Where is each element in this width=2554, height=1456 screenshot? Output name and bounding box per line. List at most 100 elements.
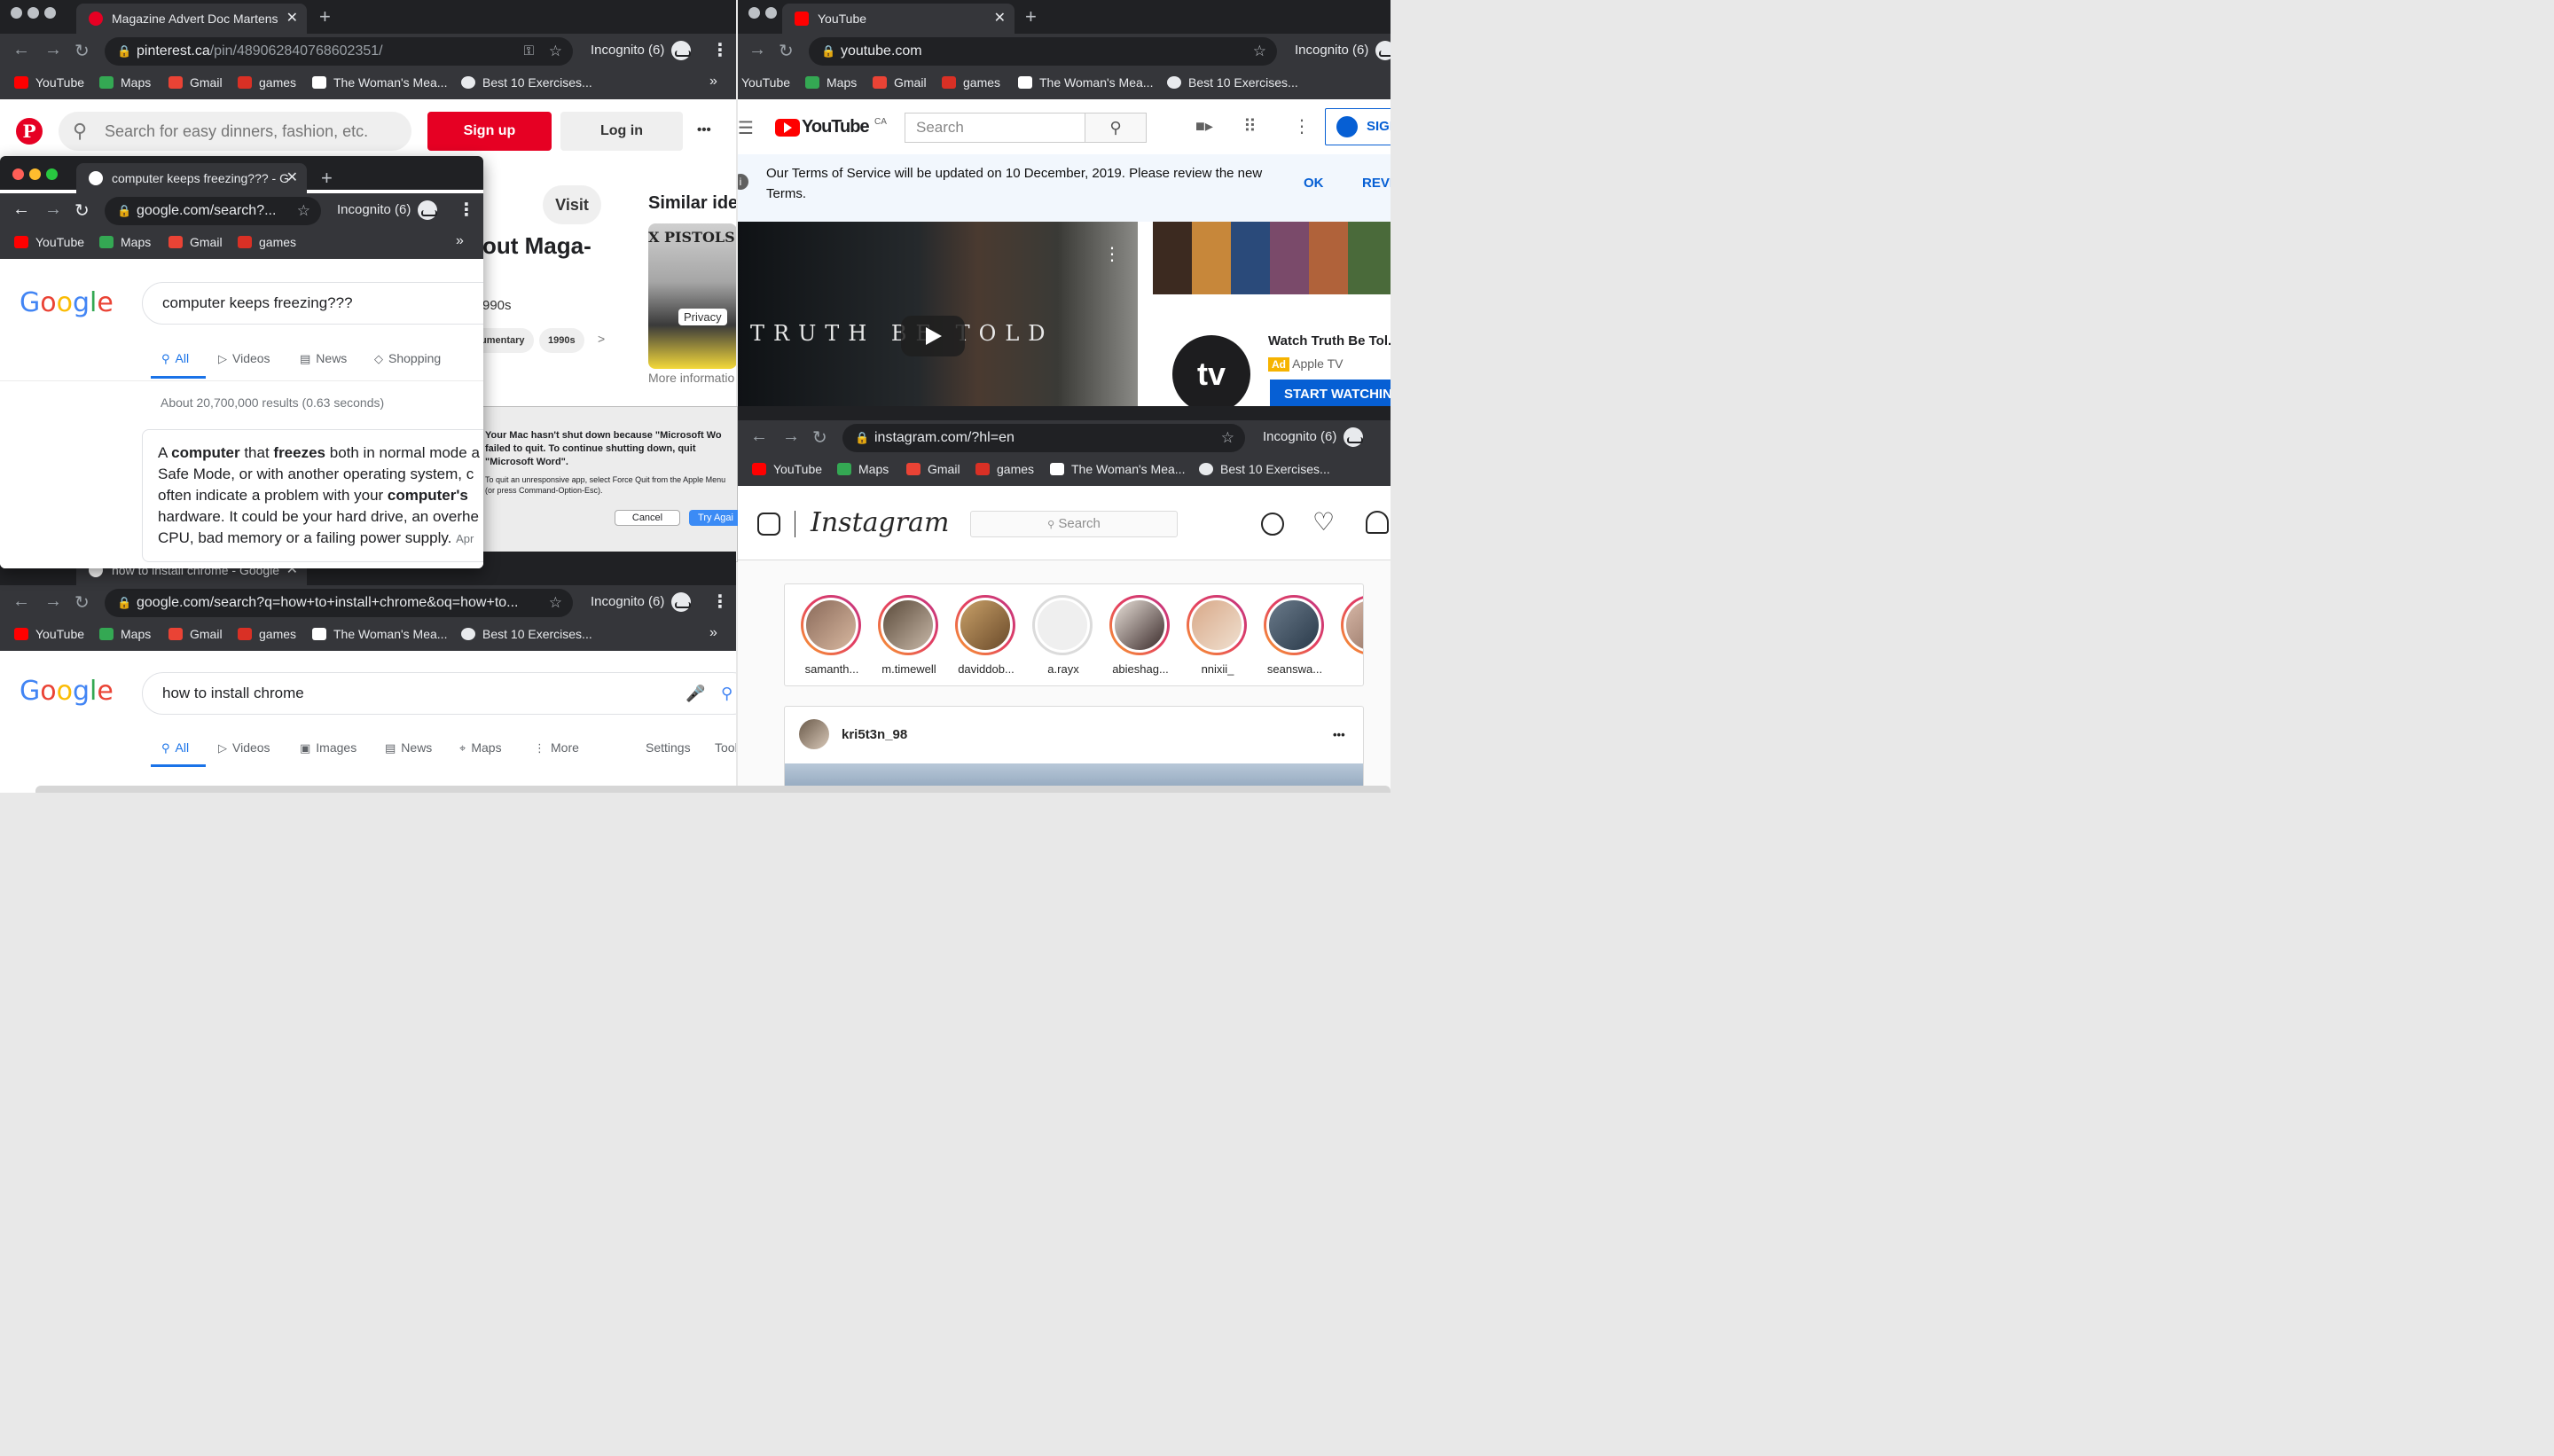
tab-images[interactable]: ▣ Images bbox=[300, 740, 356, 755]
minimize-window-button[interactable] bbox=[29, 168, 41, 180]
bookmark-maps[interactable]: Maps bbox=[837, 462, 889, 476]
google-search-input[interactable]: how to install chrome 🎤 ⚲ bbox=[142, 672, 736, 715]
maximize-window-button[interactable] bbox=[44, 7, 56, 19]
bookmark-maps[interactable]: Maps bbox=[805, 75, 857, 90]
story-item[interactable]: a.rayx bbox=[1032, 595, 1094, 676]
google-search-input[interactable]: computer keeps freezing??? bbox=[142, 282, 483, 325]
hamburger-menu-icon[interactable]: ☰ bbox=[738, 117, 754, 139]
ok-button[interactable]: OK bbox=[1304, 176, 1324, 191]
bookmark-gmail[interactable]: Gmail bbox=[168, 75, 223, 90]
address-bar[interactable]: 🔒 pinterest.ca/pin/489062840768602351/ ⚿… bbox=[105, 37, 573, 66]
tab-all[interactable]: ⚲ All bbox=[161, 740, 189, 755]
bookmark-games[interactable]: games bbox=[238, 235, 296, 249]
bookmark-gmail[interactable]: Gmail bbox=[906, 462, 960, 476]
search-icon[interactable]: ⚲ bbox=[721, 673, 733, 714]
log-in-button[interactable]: Log in bbox=[560, 112, 683, 151]
bookmarks-overflow-icon[interactable]: » bbox=[709, 625, 717, 641]
bookmark-womans-meaning[interactable]: The Woman's Mea... bbox=[312, 627, 447, 641]
close-window-button[interactable] bbox=[11, 7, 22, 19]
post-options-button[interactable]: ••• bbox=[1333, 728, 1345, 741]
tab-videos[interactable]: ▷ Videos bbox=[218, 351, 270, 366]
pinterest-logo-icon[interactable]: P bbox=[16, 118, 43, 145]
address-bar[interactable]: 🔒 instagram.com/?hl=en ☆ bbox=[842, 424, 1245, 452]
incognito-indicator[interactable]: Incognito (6) bbox=[1263, 427, 1364, 447]
apple-tv-logo[interactable]: tv bbox=[1172, 335, 1250, 406]
visit-button[interactable]: Visit bbox=[543, 185, 601, 224]
tab-pinterest[interactable]: Magazine Advert Doc Martens ✕ bbox=[76, 4, 307, 34]
incognito-indicator[interactable]: Incognito (6) bbox=[1295, 41, 1391, 60]
close-window-button[interactable] bbox=[748, 7, 760, 19]
bookmark-games[interactable]: games bbox=[238, 75, 296, 90]
bookmark-star-icon[interactable]: ☆ bbox=[1221, 424, 1234, 452]
youtube-logo[interactable]: YouTube CA bbox=[775, 117, 887, 137]
apps-grid-icon[interactable]: ⠿ bbox=[1243, 115, 1257, 137]
bookmark-youtube[interactable]: YouTube bbox=[752, 462, 822, 476]
address-bar[interactable]: 🔒 google.com/search?q=how+to+install+chr… bbox=[105, 589, 573, 617]
reload-icon[interactable]: ↻ bbox=[74, 40, 90, 62]
bookmark-gmail[interactable]: Gmail bbox=[168, 235, 223, 249]
youtube-search-button[interactable]: ⚲ bbox=[1085, 113, 1147, 143]
ad-title[interactable]: Watch Truth Be Tol... bbox=[1268, 333, 1391, 348]
bookmark-star-icon[interactable]: ☆ bbox=[1253, 37, 1266, 66]
back-icon[interactable]: ← bbox=[12, 40, 30, 60]
tab-videos[interactable]: ▷ Videos bbox=[218, 740, 270, 755]
play-button[interactable] bbox=[901, 316, 965, 356]
tab-youtube[interactable]: YouTube ✕ bbox=[782, 4, 1015, 34]
settings-kebab-icon[interactable]: ⋮ bbox=[1293, 115, 1311, 137]
dialog-cancel-button[interactable]: Cancel bbox=[615, 510, 680, 526]
bookmark-womans-meaning[interactable]: The Woman's Mea... bbox=[1018, 75, 1153, 90]
bookmark-maps[interactable]: Maps bbox=[99, 627, 151, 641]
reload-icon[interactable]: ↻ bbox=[779, 40, 794, 62]
minimize-window-button[interactable] bbox=[765, 7, 777, 19]
profile-icon[interactable] bbox=[1366, 511, 1389, 534]
back-icon[interactable]: ← bbox=[750, 427, 768, 447]
bookmark-best-exercises[interactable]: Best 10 Exercises... bbox=[1167, 75, 1298, 90]
reload-icon[interactable]: ↻ bbox=[812, 427, 827, 449]
voice-search-icon[interactable]: 🎤 bbox=[686, 673, 705, 714]
story-item[interactable]: samanth... bbox=[801, 595, 863, 676]
menu-kebab-icon[interactable]: ⋮ bbox=[711, 39, 729, 61]
more-options-button[interactable]: ••• bbox=[697, 122, 711, 137]
explore-compass-icon[interactable] bbox=[1261, 513, 1284, 536]
reload-icon[interactable]: ↻ bbox=[74, 591, 90, 614]
menu-kebab-icon[interactable]: ⋮ bbox=[458, 199, 475, 221]
post-username[interactable]: kri5t3n_98 bbox=[842, 727, 907, 742]
key-icon[interactable]: ⚿ bbox=[524, 37, 534, 66]
incognito-indicator[interactable]: Incognito (6) bbox=[591, 592, 692, 612]
tab-news[interactable]: ▤ News bbox=[300, 351, 347, 366]
settings-link[interactable]: Settings bbox=[646, 740, 691, 755]
forward-icon[interactable]: → bbox=[782, 427, 800, 447]
new-tab-icon[interactable]: + bbox=[319, 5, 331, 28]
bookmark-womans-meaning[interactable]: The Woman's Mea... bbox=[312, 75, 447, 90]
instagram-wordmark[interactable]: Instagram bbox=[811, 507, 949, 538]
bookmark-womans-meaning[interactable]: The Woman's Mea... bbox=[1050, 462, 1185, 476]
story-item[interactable]: haa bbox=[1341, 595, 1363, 676]
dialog-try-again-button[interactable]: Try Agai bbox=[689, 510, 742, 526]
tab-more[interactable]: ⋮ More bbox=[534, 740, 579, 755]
bookmark-maps[interactable]: Maps bbox=[99, 75, 151, 90]
bookmark-star-icon[interactable]: ☆ bbox=[297, 197, 310, 225]
bookmark-youtube[interactable]: YouTube bbox=[741, 75, 790, 90]
story-item[interactable]: abieshag... bbox=[1109, 595, 1171, 676]
forward-icon[interactable]: → bbox=[44, 591, 62, 612]
sign-up-button[interactable]: Sign up bbox=[427, 112, 552, 151]
video-options-kebab-icon[interactable]: ⋮ bbox=[1103, 243, 1121, 265]
minimize-window-button[interactable] bbox=[27, 7, 39, 19]
bookmarks-overflow-icon[interactable]: » bbox=[709, 74, 717, 90]
bookmark-best-exercises[interactable]: Best 10 Exercises... bbox=[461, 627, 592, 641]
story-item[interactable]: seanswa... bbox=[1264, 595, 1326, 676]
tab-google-freezing[interactable]: computer keeps freezing??? - G ✕ bbox=[76, 163, 307, 193]
bookmark-youtube[interactable]: YouTube bbox=[14, 627, 84, 641]
bookmark-star-icon[interactable]: ☆ bbox=[549, 37, 562, 66]
tag-chip-1990s[interactable]: 1990s bbox=[539, 328, 584, 353]
bookmark-games[interactable]: games bbox=[942, 75, 1000, 90]
bookmark-youtube[interactable]: YouTube bbox=[14, 235, 84, 249]
bookmark-gmail[interactable]: Gmail bbox=[873, 75, 927, 90]
tab-shopping[interactable]: ◇ Shopping bbox=[374, 351, 441, 366]
incognito-indicator[interactable]: Incognito (6) bbox=[591, 41, 692, 60]
tab-maps[interactable]: ⌖ Maps bbox=[459, 740, 502, 755]
address-bar[interactable]: 🔒 google.com/search?... ☆ bbox=[105, 197, 321, 225]
bookmark-gmail[interactable]: Gmail bbox=[168, 627, 223, 641]
story-item[interactable]: nnixii_ bbox=[1187, 595, 1249, 676]
youtube-search-input[interactable]: Search bbox=[905, 113, 1085, 143]
